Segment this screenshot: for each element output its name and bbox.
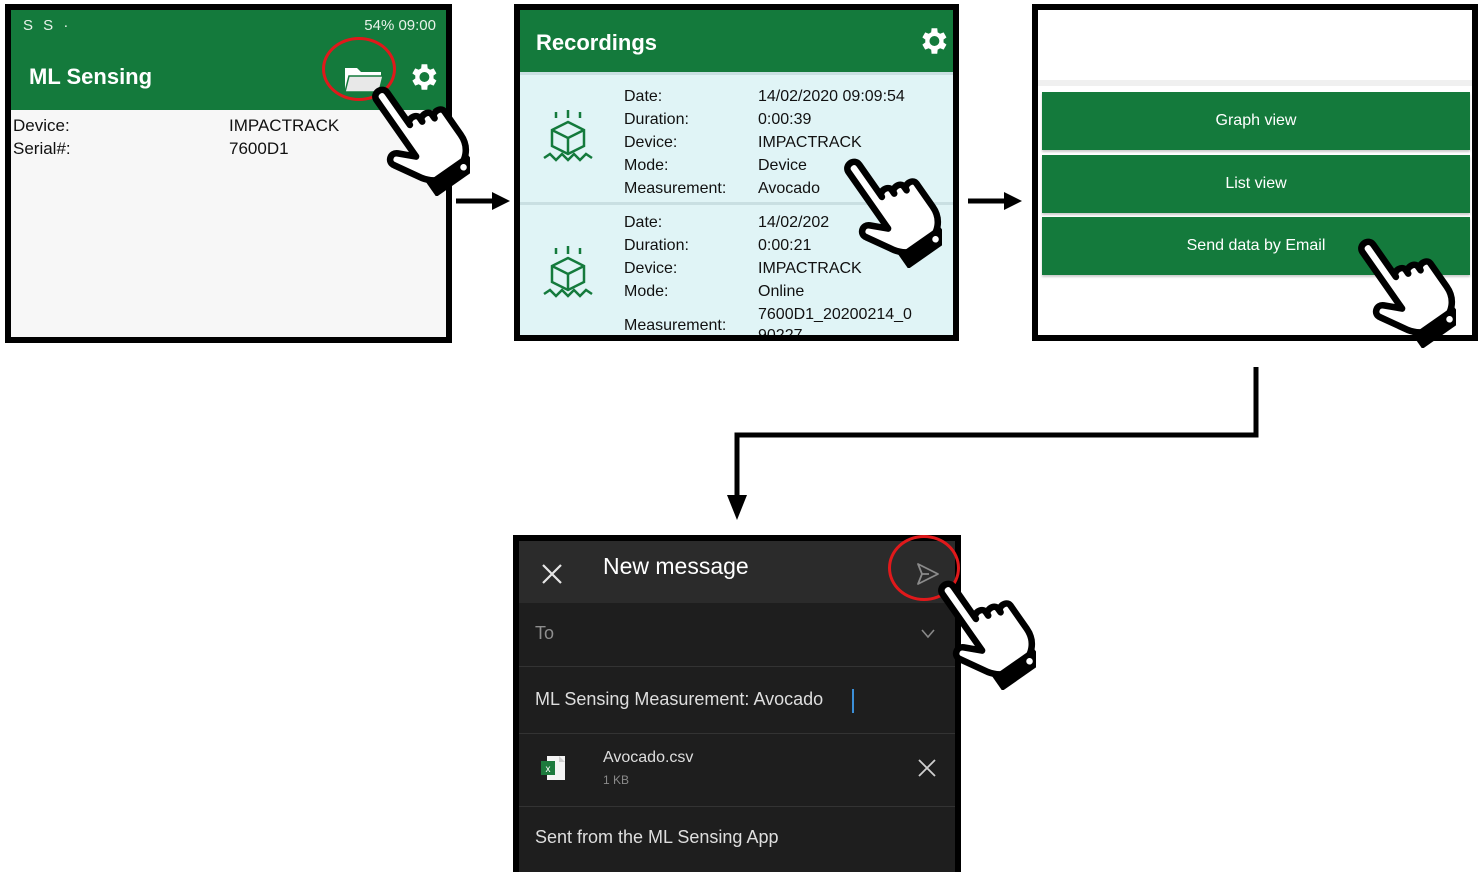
serial-row: Serial#: 7600D1 [13,139,289,159]
close-icon[interactable] [917,758,937,778]
package-icon [543,246,593,298]
divider [520,72,953,75]
pointing-hand-icon [938,580,1036,690]
field-value: 7600D1_20200214_0 [758,306,912,323]
pointing-hand-icon [1358,238,1456,348]
status-right: 54% 09:00 [364,17,436,34]
pointing-hand-icon [372,86,470,196]
field-value: 14/02/202 [758,214,830,231]
compose-title: New message [603,553,749,579]
app-title: ML Sensing [29,64,153,89]
to-field[interactable]: To [519,603,955,667]
field-value: 0:00:21 [758,237,812,254]
package-icon [543,110,593,162]
field-label: Duration: [624,111,689,128]
field-label: Duration: [624,237,689,254]
field-label: Device: [624,134,678,151]
field-label: Date: [624,88,663,105]
subject-field[interactable]: ML Sensing Measurement: Avocado [519,667,955,734]
field-value: Avocado [758,180,820,197]
attachment-name: Avocado.csv [603,749,694,766]
status-bar: S S · 54% 09:00 [11,10,446,42]
to-label: To [535,623,555,643]
gear-icon[interactable] [916,24,950,58]
attachment-row[interactable]: x Avocado.csv 1 KB [519,734,955,807]
svg-text:x: x [546,764,551,775]
field-value: 0:00:39 [758,111,812,128]
field-value: Device [758,157,807,174]
field-value-continued: 90227 [758,327,803,341]
graph-view-button[interactable]: Graph view [1042,92,1470,150]
field-label: Mode: [624,283,669,300]
field-label: Device: [624,260,678,277]
close-icon[interactable] [541,563,563,585]
pointing-hand-icon [844,158,942,268]
subject-text: ML Sensing Measurement: Avocado [535,689,824,709]
serial-label: Serial#: [13,139,71,158]
excel-icon: x [541,756,565,780]
field-label: Measurement: [624,180,727,197]
device-label: Device: [13,116,70,135]
text-cursor [852,689,854,713]
flow-arrow [968,192,1022,210]
field-value: 14/02/2020 09:09:54 [758,88,905,105]
field-label: Mode: [624,157,669,174]
body-text: Sent from the ML Sensing App [535,827,779,847]
recordings-title: Recordings [536,30,658,55]
body-field[interactable]: Sent from the ML Sensing App [519,807,955,872]
list-view-button[interactable]: List view [1042,155,1470,213]
flow-arrow-elbow [727,367,1259,520]
serial-value: 7600D1 [229,139,289,158]
field-label: Measurement: [624,317,727,334]
device-row: Device: IMPACTRACK [13,116,339,136]
device-value: IMPACTRACK [229,116,340,135]
field-value: Online [758,283,805,300]
field-label: Date: [624,214,663,231]
recordings-toolbar: Recordings [520,10,953,72]
status-left: S S · [23,17,72,34]
attachment-size: 1 KB [603,773,630,787]
divider [1038,80,1472,86]
